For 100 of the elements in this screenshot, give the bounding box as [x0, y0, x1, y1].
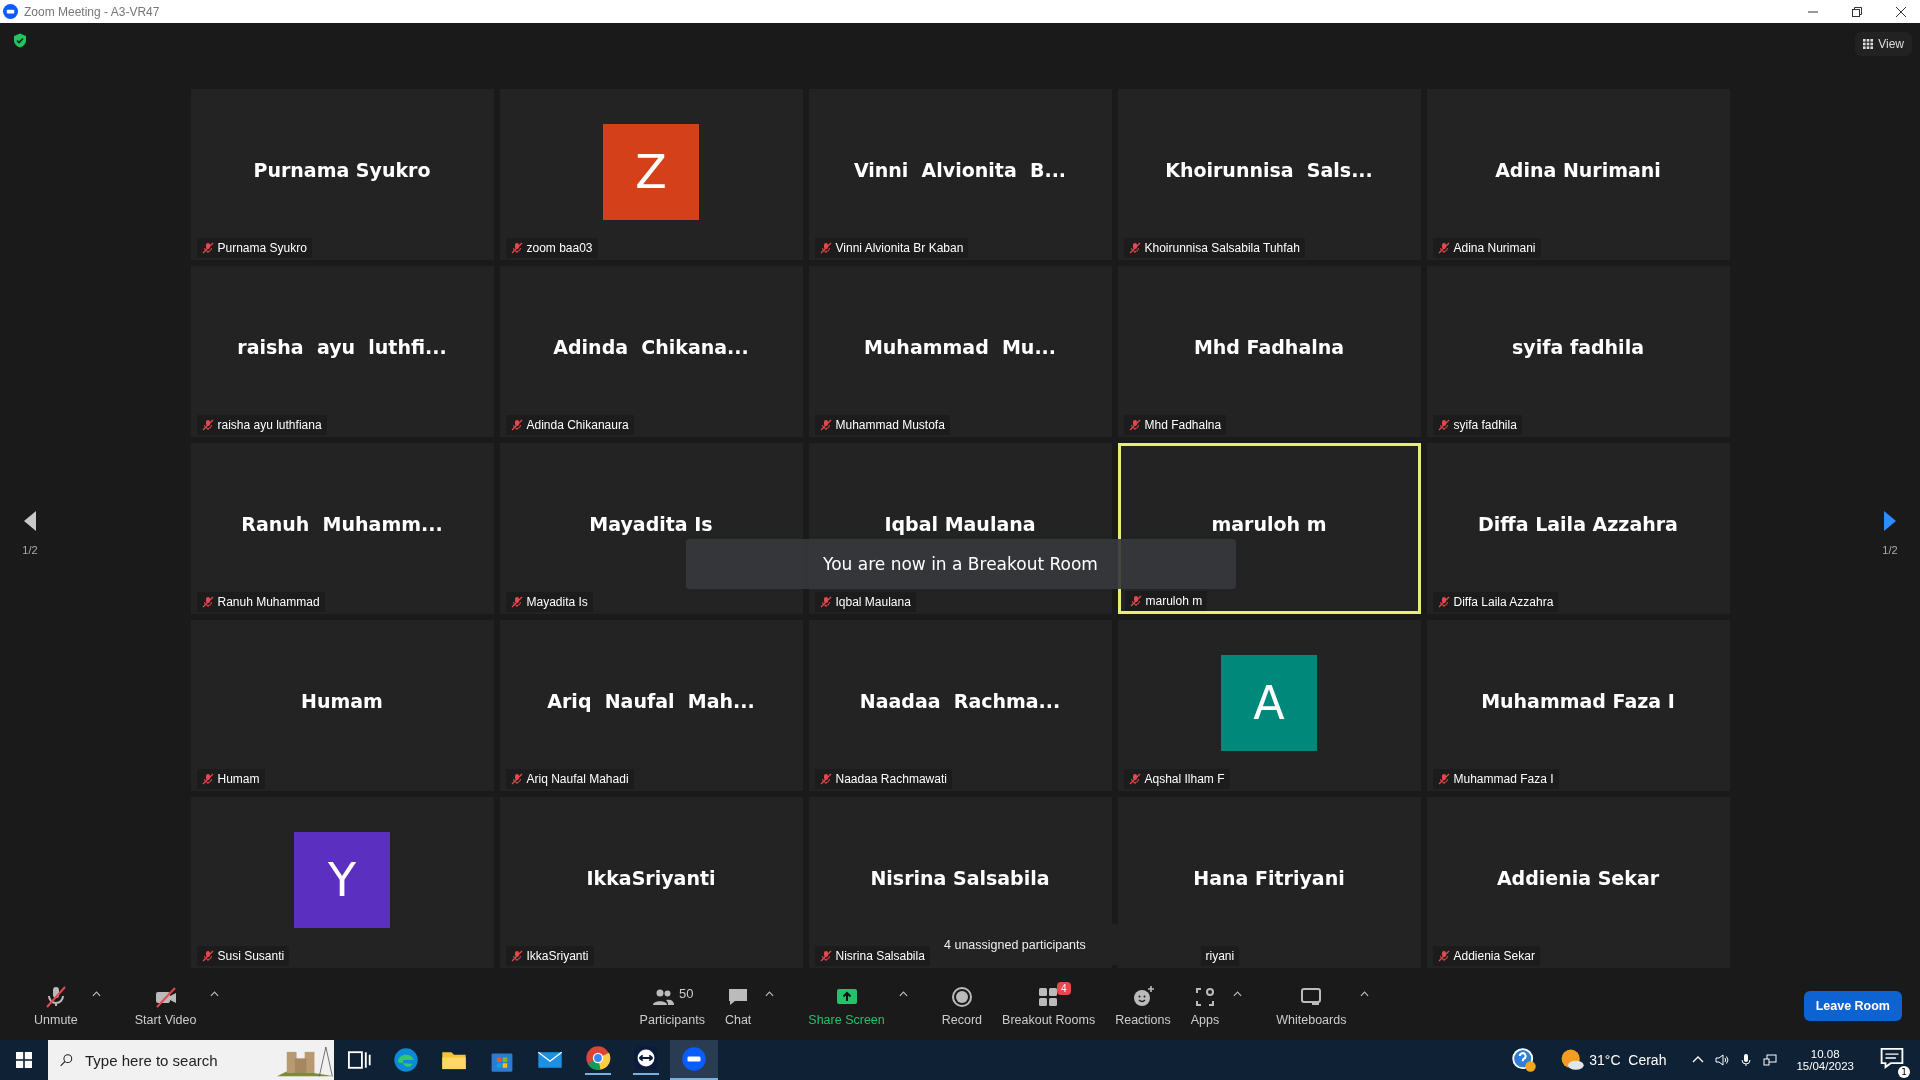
participant-name: Ranuh Muhamm... [241, 512, 443, 535]
caret-icon[interactable] [898, 990, 908, 997]
name-text: Mayadita Is [526, 595, 588, 609]
name-text: raisha ayu luthfiana [217, 418, 322, 432]
toolbar-button[interactable]: 50 Participants [629, 980, 715, 1031]
participant-name: raisha ayu luthfi... [237, 335, 447, 358]
muted-mic-icon [510, 242, 523, 254]
name-text: syifa fadhila [1453, 418, 1517, 432]
name-text: Mhd Fadhalna [1144, 418, 1222, 432]
name-text: maruloh m [1145, 594, 1203, 608]
muted-mic-icon [1437, 596, 1450, 608]
zoom-app-icon[interactable] [681, 1046, 707, 1072]
chrome-icon[interactable] [585, 1045, 611, 1075]
name-text: Aqshal Ilham F [1144, 772, 1225, 786]
name-text: Diffa Laila Azzahra [1453, 595, 1554, 609]
participant-name: Muhammad Faza I [1481, 689, 1675, 712]
participant-name: Diffa Laila Azzahra [1478, 512, 1678, 535]
participant-name: Naadaa Rachma... [859, 689, 1061, 712]
taskbar-search-field[interactable]: Type here to search [48, 1040, 334, 1080]
name-text: riyani [1205, 949, 1235, 963]
windows-start-icon[interactable] [16, 1052, 32, 1068]
name-text: Vinni Alvionita Br Kaban [835, 241, 964, 255]
close-icon[interactable] [1896, 6, 1906, 17]
notification-toast: You are now in a Breakout Room [685, 539, 1236, 589]
participant-name: Purnama Syukro [253, 158, 431, 181]
toolbar-button[interactable]: Unmute [24, 980, 88, 1031]
weather-text[interactable]: 31°C Cerah [1589, 1052, 1667, 1068]
name-text: Muhammad Mustofa [835, 418, 945, 432]
speaker-icon[interactable] [1715, 1053, 1730, 1067]
toolbar-button[interactable]: Apps [1180, 980, 1230, 1031]
grid-icon [1863, 39, 1874, 49]
participant-name: Iqbal Maulana [884, 512, 1036, 535]
participant-name: maruloh m [1211, 512, 1327, 535]
caret-icon[interactable] [91, 990, 101, 997]
name-text: Purnama Syukro [217, 241, 307, 255]
muted-microphone-icon [43, 984, 68, 1009]
toolbar-button[interactable]: Start Video [124, 980, 207, 1031]
participant-count: 50 [679, 986, 694, 1001]
window-title: Zoom Meeting - A3-VR47 [24, 4, 160, 19]
participant-name: Muhammad Mu... [863, 335, 1057, 358]
participant-name: Mhd Fadhalna [1193, 335, 1345, 358]
leave-room-button[interactable]: Leave Room [1803, 990, 1902, 1021]
caret-icon[interactable] [1233, 990, 1243, 997]
muted-mic-icon [819, 773, 832, 785]
toolbar-button[interactable]: Chat [714, 980, 762, 1031]
muted-mic-icon [1128, 419, 1141, 431]
name-text: Adina Nurimani [1453, 241, 1536, 255]
muted-mic-icon [201, 419, 214, 431]
toolbar-button[interactable]: Record [931, 980, 993, 1031]
view-button[interactable]: View [1855, 32, 1912, 56]
edge-browser-icon[interactable] [393, 1047, 419, 1073]
zoom-logo-icon [3, 4, 18, 19]
notification-count: 1 [1898, 1066, 1910, 1078]
muted-mic-icon [1128, 242, 1141, 254]
participant-name: Khoirunnisa Sals... [1165, 158, 1373, 181]
clock-time[interactable]: 10.08 [1810, 1048, 1840, 1060]
muted-mic-icon [510, 950, 523, 962]
page-indicator: 1/2 [22, 543, 38, 556]
name-text: Ariq Naufal Mahadi [526, 772, 629, 786]
participant-name: Adina Nurimani [1495, 158, 1661, 181]
muted-mic-icon [201, 242, 214, 254]
muted-mic-icon [510, 419, 523, 431]
muted-mic-icon [201, 773, 214, 785]
toolbar-button[interactable]: 4 Breakout Rooms [992, 980, 1106, 1031]
shield-check-icon[interactable] [12, 32, 28, 49]
participant-name: IkkaSriyanti [586, 866, 716, 889]
name-text: Humam [217, 772, 260, 786]
microphone-icon[interactable] [1739, 1053, 1754, 1067]
participant-name: Hana Fitriyani [1193, 866, 1345, 889]
help-icon[interactable] [1511, 1047, 1538, 1073]
remote-desktop-icon[interactable] [633, 1045, 659, 1075]
participant-name: Vinni Alvionita B... [853, 158, 1067, 181]
muted-mic-icon [510, 596, 523, 608]
toolbar-button[interactable]: Reactions [1105, 980, 1181, 1031]
search-input[interactable]: Type here to search [83, 1050, 267, 1070]
name-text: Ranuh Muhammad [217, 595, 320, 609]
page-indicator: 1/2 [1882, 543, 1898, 556]
name-text: Nisrina Salsabila [835, 949, 925, 963]
muted-mic-icon [1128, 773, 1141, 785]
clock-date[interactable]: 15/04/2023 [1796, 1060, 1854, 1072]
name-text: Naadaa Rachmawati [835, 772, 947, 786]
muted-mic-icon [819, 950, 832, 962]
caret-icon[interactable] [765, 990, 775, 997]
muted-mic-icon [819, 419, 832, 431]
muted-mic-icon [201, 596, 214, 608]
name-text: Khoirunnisa Salsabila Tuhfah [1144, 241, 1300, 255]
toolbar-button[interactable]: Share Screen [798, 980, 895, 1031]
participant-name: Mayadita Is [589, 512, 713, 535]
caret-icon[interactable] [210, 990, 220, 997]
network-icon[interactable] [1763, 1053, 1778, 1067]
participant-name: Addienia Sekar [1496, 866, 1660, 889]
name-text: Iqbal Maulana [835, 595, 911, 609]
caret-icon[interactable] [1360, 990, 1370, 997]
avatar: Y [294, 831, 390, 928]
muted-mic-icon [819, 242, 832, 254]
restore-icon[interactable] [1852, 6, 1862, 17]
toolbar-button[interactable]: Whiteboards [1266, 980, 1357, 1031]
muted-mic-icon [1437, 242, 1450, 254]
name-text: IkkaSriyanti [526, 949, 589, 963]
name-text: zoom baa03 [526, 241, 593, 255]
